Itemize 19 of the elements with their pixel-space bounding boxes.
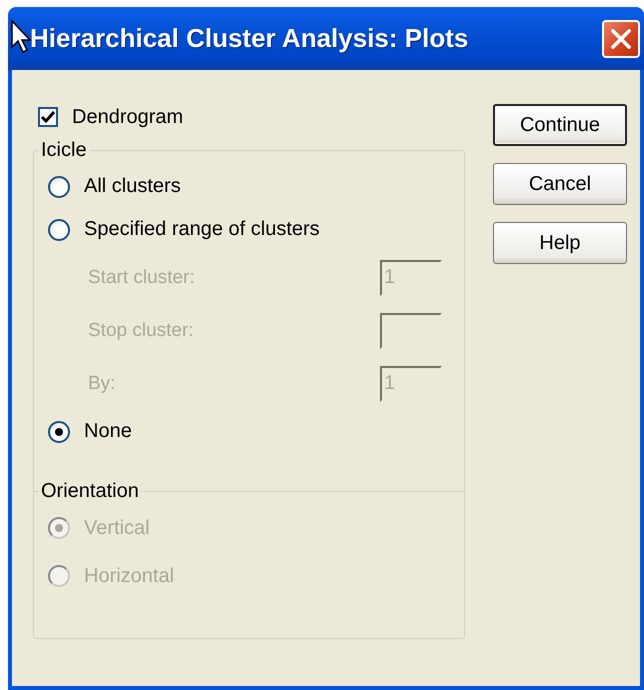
radio-button[interactable] [48,176,70,198]
radio-label: None [84,420,132,443]
field-label: Start cluster: [88,266,195,288]
radio-label: All clusters [84,175,181,198]
radio-label: Specified range of clusters [84,218,320,241]
dialog-button[interactable]: Help [493,222,627,264]
field-label: By: [88,372,116,394]
radio-button[interactable] [48,218,70,240]
section-title: Orientation [40,480,140,503]
dialog-button[interactable]: Continue [493,104,627,146]
window-title: Hierarchical Cluster Analysis: Plots [30,23,468,54]
checkbox-label: Dendrogram [72,106,184,128]
dialog-button[interactable]: Cancel [493,163,627,205]
radio-label: Horizontal [84,564,174,588]
radio-label: Vertical [84,516,150,540]
field-label: Stop cluster: [88,320,194,342]
radio-button[interactable] [48,420,70,442]
close-icon[interactable] [602,20,640,58]
checkbox[interactable] [38,107,58,127]
